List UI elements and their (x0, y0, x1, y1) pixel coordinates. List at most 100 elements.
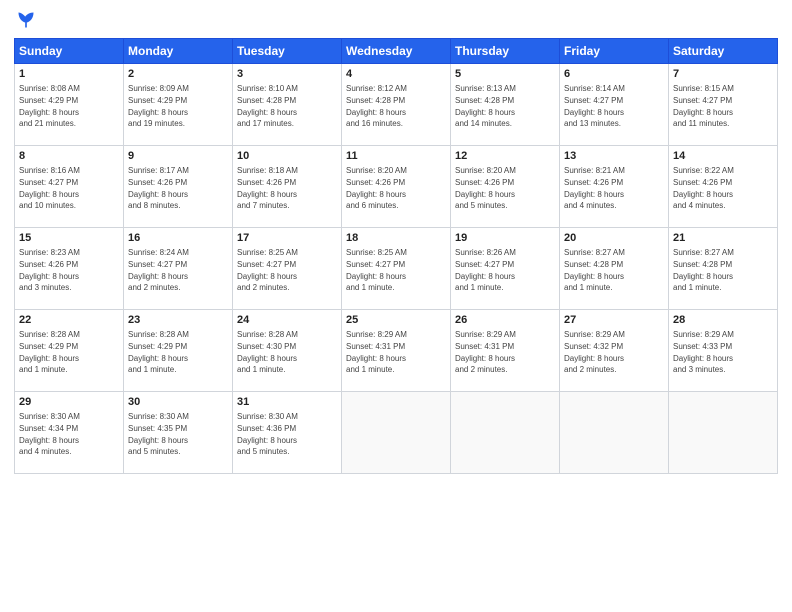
calendar-week-row: 15Sunrise: 8:23 AM Sunset: 4:26 PM Dayli… (15, 228, 778, 310)
weekday-header: Tuesday (233, 39, 342, 64)
calendar-day-cell: 28Sunrise: 8:29 AM Sunset: 4:33 PM Dayli… (669, 310, 778, 392)
day-info: Sunrise: 8:29 AM Sunset: 4:32 PM Dayligh… (564, 329, 664, 375)
day-number: 10 (237, 149, 337, 164)
calendar-day-cell (669, 392, 778, 474)
day-number: 22 (19, 313, 119, 328)
calendar-day-cell: 30Sunrise: 8:30 AM Sunset: 4:35 PM Dayli… (124, 392, 233, 474)
weekday-header: Friday (560, 39, 669, 64)
day-info: Sunrise: 8:29 AM Sunset: 4:31 PM Dayligh… (346, 329, 446, 375)
day-info: Sunrise: 8:20 AM Sunset: 4:26 PM Dayligh… (455, 165, 555, 211)
day-number: 16 (128, 231, 228, 246)
day-number: 17 (237, 231, 337, 246)
day-number: 11 (346, 149, 446, 164)
calendar-day-cell: 4Sunrise: 8:12 AM Sunset: 4:28 PM Daylig… (342, 64, 451, 146)
calendar-day-cell: 14Sunrise: 8:22 AM Sunset: 4:26 PM Dayli… (669, 146, 778, 228)
logo (14, 10, 36, 30)
calendar-day-cell: 22Sunrise: 8:28 AM Sunset: 4:29 PM Dayli… (15, 310, 124, 392)
day-info: Sunrise: 8:30 AM Sunset: 4:34 PM Dayligh… (19, 411, 119, 457)
day-info: Sunrise: 8:21 AM Sunset: 4:26 PM Dayligh… (564, 165, 664, 211)
day-number: 13 (564, 149, 664, 164)
day-info: Sunrise: 8:25 AM Sunset: 4:27 PM Dayligh… (346, 247, 446, 293)
day-number: 24 (237, 313, 337, 328)
calendar-day-cell (560, 392, 669, 474)
calendar-week-row: 1Sunrise: 8:08 AM Sunset: 4:29 PM Daylig… (15, 64, 778, 146)
calendar-day-cell: 21Sunrise: 8:27 AM Sunset: 4:28 PM Dayli… (669, 228, 778, 310)
calendar-table: SundayMondayTuesdayWednesdayThursdayFrid… (14, 38, 778, 474)
day-info: Sunrise: 8:30 AM Sunset: 4:36 PM Dayligh… (237, 411, 337, 457)
weekday-header: Thursday (451, 39, 560, 64)
day-info: Sunrise: 8:26 AM Sunset: 4:27 PM Dayligh… (455, 247, 555, 293)
calendar-day-cell: 25Sunrise: 8:29 AM Sunset: 4:31 PM Dayli… (342, 310, 451, 392)
calendar-day-cell: 19Sunrise: 8:26 AM Sunset: 4:27 PM Dayli… (451, 228, 560, 310)
day-number: 15 (19, 231, 119, 246)
day-info: Sunrise: 8:30 AM Sunset: 4:35 PM Dayligh… (128, 411, 228, 457)
day-info: Sunrise: 8:22 AM Sunset: 4:26 PM Dayligh… (673, 165, 773, 211)
logo-bird-icon (16, 10, 36, 30)
day-info: Sunrise: 8:08 AM Sunset: 4:29 PM Dayligh… (19, 83, 119, 129)
day-info: Sunrise: 8:23 AM Sunset: 4:26 PM Dayligh… (19, 247, 119, 293)
day-number: 6 (564, 67, 664, 82)
weekday-header: Wednesday (342, 39, 451, 64)
page-container: SundayMondayTuesdayWednesdayThursdayFrid… (0, 0, 792, 482)
day-info: Sunrise: 8:17 AM Sunset: 4:26 PM Dayligh… (128, 165, 228, 211)
day-number: 9 (128, 149, 228, 164)
calendar-day-cell: 27Sunrise: 8:29 AM Sunset: 4:32 PM Dayli… (560, 310, 669, 392)
weekday-header: Sunday (15, 39, 124, 64)
page-header (14, 10, 778, 30)
calendar-day-cell: 29Sunrise: 8:30 AM Sunset: 4:34 PM Dayli… (15, 392, 124, 474)
calendar-day-cell: 18Sunrise: 8:25 AM Sunset: 4:27 PM Dayli… (342, 228, 451, 310)
day-number: 21 (673, 231, 773, 246)
day-info: Sunrise: 8:09 AM Sunset: 4:29 PM Dayligh… (128, 83, 228, 129)
day-info: Sunrise: 8:10 AM Sunset: 4:28 PM Dayligh… (237, 83, 337, 129)
day-number: 25 (346, 313, 446, 328)
calendar-week-row: 22Sunrise: 8:28 AM Sunset: 4:29 PM Dayli… (15, 310, 778, 392)
day-info: Sunrise: 8:28 AM Sunset: 4:29 PM Dayligh… (128, 329, 228, 375)
day-number: 26 (455, 313, 555, 328)
calendar-header-row: SundayMondayTuesdayWednesdayThursdayFrid… (15, 39, 778, 64)
day-number: 27 (564, 313, 664, 328)
day-number: 14 (673, 149, 773, 164)
calendar-day-cell: 23Sunrise: 8:28 AM Sunset: 4:29 PM Dayli… (124, 310, 233, 392)
day-number: 30 (128, 395, 228, 410)
calendar-day-cell: 15Sunrise: 8:23 AM Sunset: 4:26 PM Dayli… (15, 228, 124, 310)
day-number: 2 (128, 67, 228, 82)
day-info: Sunrise: 8:27 AM Sunset: 4:28 PM Dayligh… (564, 247, 664, 293)
day-number: 29 (19, 395, 119, 410)
day-info: Sunrise: 8:28 AM Sunset: 4:29 PM Dayligh… (19, 329, 119, 375)
day-info: Sunrise: 8:28 AM Sunset: 4:30 PM Dayligh… (237, 329, 337, 375)
day-info: Sunrise: 8:12 AM Sunset: 4:28 PM Dayligh… (346, 83, 446, 129)
calendar-week-row: 8Sunrise: 8:16 AM Sunset: 4:27 PM Daylig… (15, 146, 778, 228)
day-number: 7 (673, 67, 773, 82)
calendar-day-cell: 8Sunrise: 8:16 AM Sunset: 4:27 PM Daylig… (15, 146, 124, 228)
calendar-day-cell: 3Sunrise: 8:10 AM Sunset: 4:28 PM Daylig… (233, 64, 342, 146)
day-info: Sunrise: 8:13 AM Sunset: 4:28 PM Dayligh… (455, 83, 555, 129)
calendar-day-cell: 31Sunrise: 8:30 AM Sunset: 4:36 PM Dayli… (233, 392, 342, 474)
day-number: 3 (237, 67, 337, 82)
calendar-day-cell: 12Sunrise: 8:20 AM Sunset: 4:26 PM Dayli… (451, 146, 560, 228)
day-number: 20 (564, 231, 664, 246)
day-info: Sunrise: 8:20 AM Sunset: 4:26 PM Dayligh… (346, 165, 446, 211)
day-number: 12 (455, 149, 555, 164)
calendar-day-cell: 11Sunrise: 8:20 AM Sunset: 4:26 PM Dayli… (342, 146, 451, 228)
day-number: 1 (19, 67, 119, 82)
day-info: Sunrise: 8:27 AM Sunset: 4:28 PM Dayligh… (673, 247, 773, 293)
day-number: 18 (346, 231, 446, 246)
day-number: 5 (455, 67, 555, 82)
calendar-day-cell: 26Sunrise: 8:29 AM Sunset: 4:31 PM Dayli… (451, 310, 560, 392)
day-number: 23 (128, 313, 228, 328)
calendar-day-cell: 5Sunrise: 8:13 AM Sunset: 4:28 PM Daylig… (451, 64, 560, 146)
calendar-day-cell: 17Sunrise: 8:25 AM Sunset: 4:27 PM Dayli… (233, 228, 342, 310)
weekday-header: Monday (124, 39, 233, 64)
calendar-day-cell: 2Sunrise: 8:09 AM Sunset: 4:29 PM Daylig… (124, 64, 233, 146)
day-number: 19 (455, 231, 555, 246)
calendar-day-cell: 1Sunrise: 8:08 AM Sunset: 4:29 PM Daylig… (15, 64, 124, 146)
weekday-header: Saturday (669, 39, 778, 64)
calendar-day-cell: 9Sunrise: 8:17 AM Sunset: 4:26 PM Daylig… (124, 146, 233, 228)
day-info: Sunrise: 8:16 AM Sunset: 4:27 PM Dayligh… (19, 165, 119, 211)
day-info: Sunrise: 8:18 AM Sunset: 4:26 PM Dayligh… (237, 165, 337, 211)
calendar-week-row: 29Sunrise: 8:30 AM Sunset: 4:34 PM Dayli… (15, 392, 778, 474)
day-number: 28 (673, 313, 773, 328)
day-number: 4 (346, 67, 446, 82)
day-number: 31 (237, 395, 337, 410)
day-info: Sunrise: 8:29 AM Sunset: 4:31 PM Dayligh… (455, 329, 555, 375)
